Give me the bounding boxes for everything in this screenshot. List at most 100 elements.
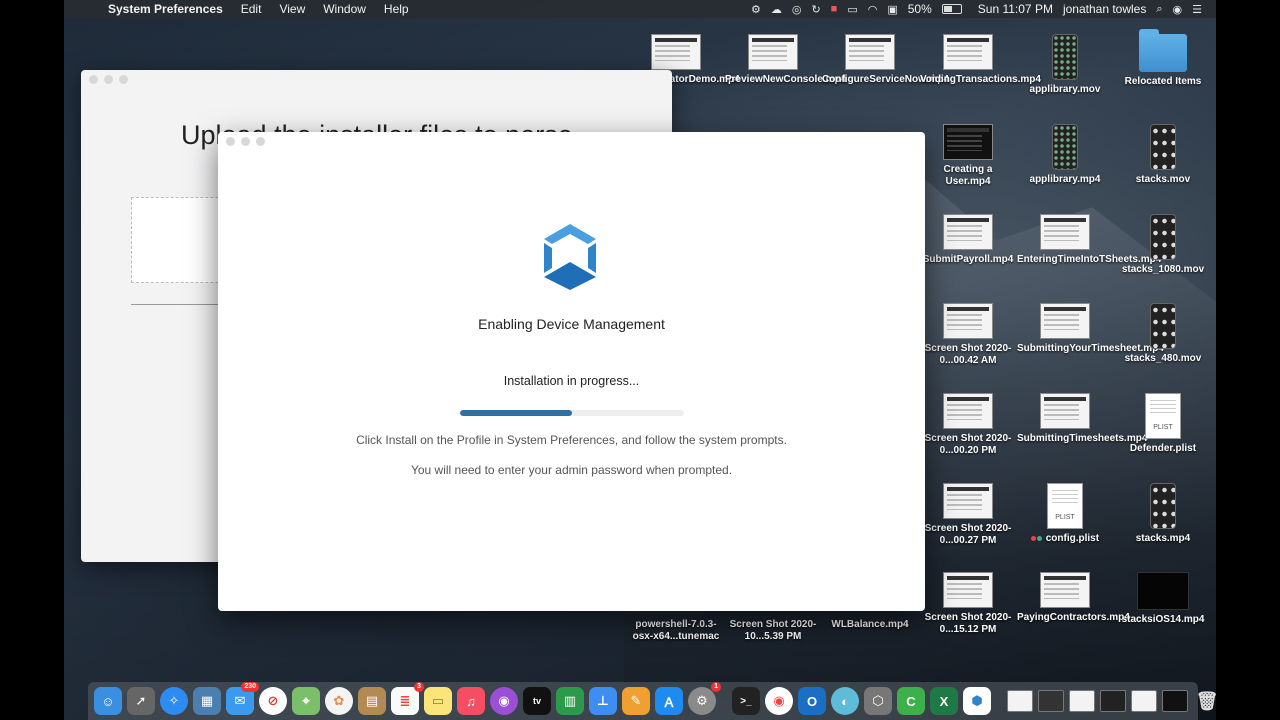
dock-trash-icon[interactable]: 🗑 (1193, 687, 1216, 715)
desktop-file[interactable]: Screen Shot 2020-0...15.12 PM (920, 572, 1016, 636)
dock-reminders-icon[interactable]: ≣ 3 (391, 682, 424, 715)
dock-photos-icon[interactable]: ✿ (325, 687, 353, 715)
desktop-file[interactable]: SubmittingTimesheets.mp4 (1017, 393, 1148, 445)
dock-mail-icon[interactable]: ✉ 230 (226, 682, 259, 715)
dock-company-portal-icon[interactable]: ⬡ (864, 687, 892, 715)
wifi-icon[interactable]: ◠ (868, 3, 878, 16)
refresh-icon[interactable]: ↻ (811, 3, 820, 16)
dock-minimized-window-5[interactable] (1131, 690, 1157, 712)
desktop-file[interactable]: Screen Shot 2020-0...00.20 PM (920, 393, 1016, 457)
file-thumbnail (1040, 572, 1090, 608)
dock-minimized-window-4[interactable] (1100, 690, 1126, 712)
dock-finder-icon[interactable]: ☺ (94, 687, 122, 715)
record-icon[interactable]: ■ (831, 3, 838, 15)
desktop-file[interactable]: stacks.mp4 (1115, 483, 1211, 545)
desktop-file[interactable]: stacks_480.mov (1115, 303, 1211, 365)
green-tag-icon (1036, 535, 1042, 541)
dock-notes-icon[interactable]: ▭ (424, 687, 452, 715)
dock-tv-icon[interactable]: tv (523, 687, 551, 715)
desktop-file[interactable]: PLIST config.plist (1017, 483, 1113, 545)
desktop-file[interactable]: Screen Shot 2020-0...00.27 PM (920, 483, 1016, 547)
dock-camtasia-icon[interactable]: C (897, 687, 925, 715)
dock-edge-icon[interactable]: ◐ (831, 687, 859, 715)
dock-contacts-icon[interactable]: ▤ (358, 687, 386, 715)
desktop-file[interactable]: Screen Shot 2020-10...5.39 PM (725, 619, 821, 643)
desktop-file-label: VoidingTransactions.mp4 (920, 74, 1041, 85)
shield-icon[interactable]: ▣ (887, 3, 897, 16)
dialog-zoom-button[interactable] (256, 137, 265, 146)
video-thumbnail (1052, 124, 1078, 170)
desktop-file[interactable]: applibrary.mov (1017, 34, 1113, 96)
spotlight-search-icon[interactable]: ⌕ (1156, 3, 1162, 16)
clock[interactable]: Sun 11:07 PM (978, 2, 1053, 16)
battery-percent[interactable]: 50% (908, 2, 932, 16)
dock-maps-icon[interactable]: ⌖ (292, 687, 320, 715)
menu-view[interactable]: View (279, 2, 305, 16)
dock-minimized-window-3[interactable] (1069, 690, 1095, 712)
sync-icon[interactable]: ◎ (792, 3, 802, 16)
menu-help[interactable]: Help (384, 2, 409, 16)
video-thumbnail (1150, 483, 1176, 529)
desktop-file[interactable]: stacks.mov (1115, 124, 1211, 186)
dock-podcasts-icon[interactable]: ◉ (490, 687, 518, 715)
desktop-file[interactable]: SubmittingYourTimesheet.mp4 (1017, 303, 1164, 355)
siri-icon[interactable]: ◉ (1173, 3, 1183, 16)
desktop-file[interactable]: PLIST Defender.plist (1115, 393, 1211, 455)
desktop-file-label: SubmittingTimesheets.mp4 (1017, 433, 1148, 444)
dock-chrome-icon[interactable]: ◉ (765, 687, 793, 715)
dock-news-icon[interactable]: ⊘ (259, 687, 287, 715)
battery-icon[interactable] (941, 4, 962, 14)
desktop-file[interactable]: Screen Shot 2020-0...00.42 AM (920, 303, 1016, 367)
zoom-button[interactable] (119, 75, 128, 84)
file-thumbnail (651, 34, 701, 70)
desktop-file[interactable]: PayingContractors.mp4 (1017, 572, 1130, 624)
desktop-file-label: Screen Shot 2020-10...5.39 PM (729, 619, 817, 642)
dock-minimized-window-2[interactable] (1038, 690, 1064, 712)
cloud-icon[interactable]: ☁ (771, 3, 782, 16)
dock-launchpad-icon[interactable]: ➚ (127, 687, 155, 715)
notification-center-icon[interactable]: ☰ (1192, 3, 1202, 16)
user-name[interactable]: jonathan towles (1063, 2, 1146, 16)
dialog-minimize-button[interactable] (241, 137, 250, 146)
menu-window[interactable]: Window (323, 2, 366, 16)
desktop-file[interactable]: powershell-7.0.3-osx-x64...tunemac (628, 619, 724, 643)
dock-minimized-window-1[interactable] (1007, 690, 1033, 712)
video-thumbnail (1137, 572, 1189, 610)
close-button[interactable] (89, 75, 98, 84)
dialog-close-button[interactable] (226, 137, 235, 146)
display-icon[interactable]: ▭ (847, 3, 857, 16)
file-thumbnail (943, 483, 993, 519)
file-thumbnail (943, 34, 993, 70)
dock-music-icon[interactable]: ♫ (457, 687, 485, 715)
dock-hub-icon[interactable]: ⬢ (963, 687, 991, 715)
dock-system-preferences-icon[interactable]: ⚙ 1 (688, 682, 721, 715)
desktop-file[interactable]: stacks_1080.mov (1115, 214, 1211, 276)
desktop-file[interactable]: EnteringTimeIntoTSheets.mp4 (1017, 214, 1161, 266)
desktop-file[interactable]: applibrary.mp4 (1017, 124, 1113, 186)
desktop-file[interactable]: VoidingTransactions.mp4 (920, 34, 1041, 86)
desktop-file[interactable]: Creating a User.mp4 (920, 124, 1016, 188)
file-thumbnail (943, 303, 993, 339)
desktop-file[interactable]: WLBalance.mp4 (822, 619, 918, 631)
dock-minimized-window-6[interactable] (1162, 690, 1188, 712)
desktop-file[interactable]: SubmitPayroll.mp4 (920, 214, 1016, 266)
reminders-badge: 3 (414, 682, 424, 692)
desktop-file[interactable]: ConfigureServiceNow.mp4 (822, 34, 949, 86)
dock-app-store-icon[interactable]: Ａ (655, 687, 683, 715)
dock-terminal-icon[interactable]: >_ (732, 687, 760, 715)
prefs-badge: 1 (711, 682, 721, 692)
dock-safari-icon[interactable]: ✧ (160, 687, 188, 715)
desktop-file[interactable]: stacksiOS14.mp4 (1115, 572, 1211, 626)
dock-outlook-icon[interactable]: O (798, 687, 826, 715)
dock-excel-icon[interactable]: X (930, 687, 958, 715)
dock-preview-icon[interactable]: ▦ (193, 687, 221, 715)
dock-keynote-icon[interactable]: ⊥ (589, 687, 617, 715)
desktop-file[interactable]: Relocated Items (1115, 29, 1211, 88)
minimize-button[interactable] (104, 75, 113, 84)
desktop-file[interactable]: PreviewNewConsole.mp4 (725, 34, 846, 86)
status-gear-icon[interactable]: ⚙ (751, 3, 761, 16)
menu-app-name[interactable]: System Preferences (108, 2, 223, 16)
menu-edit[interactable]: Edit (241, 2, 262, 16)
dock-numbers-icon[interactable]: ▥ (556, 687, 584, 715)
dock-pages-icon[interactable]: ✎ (622, 687, 650, 715)
